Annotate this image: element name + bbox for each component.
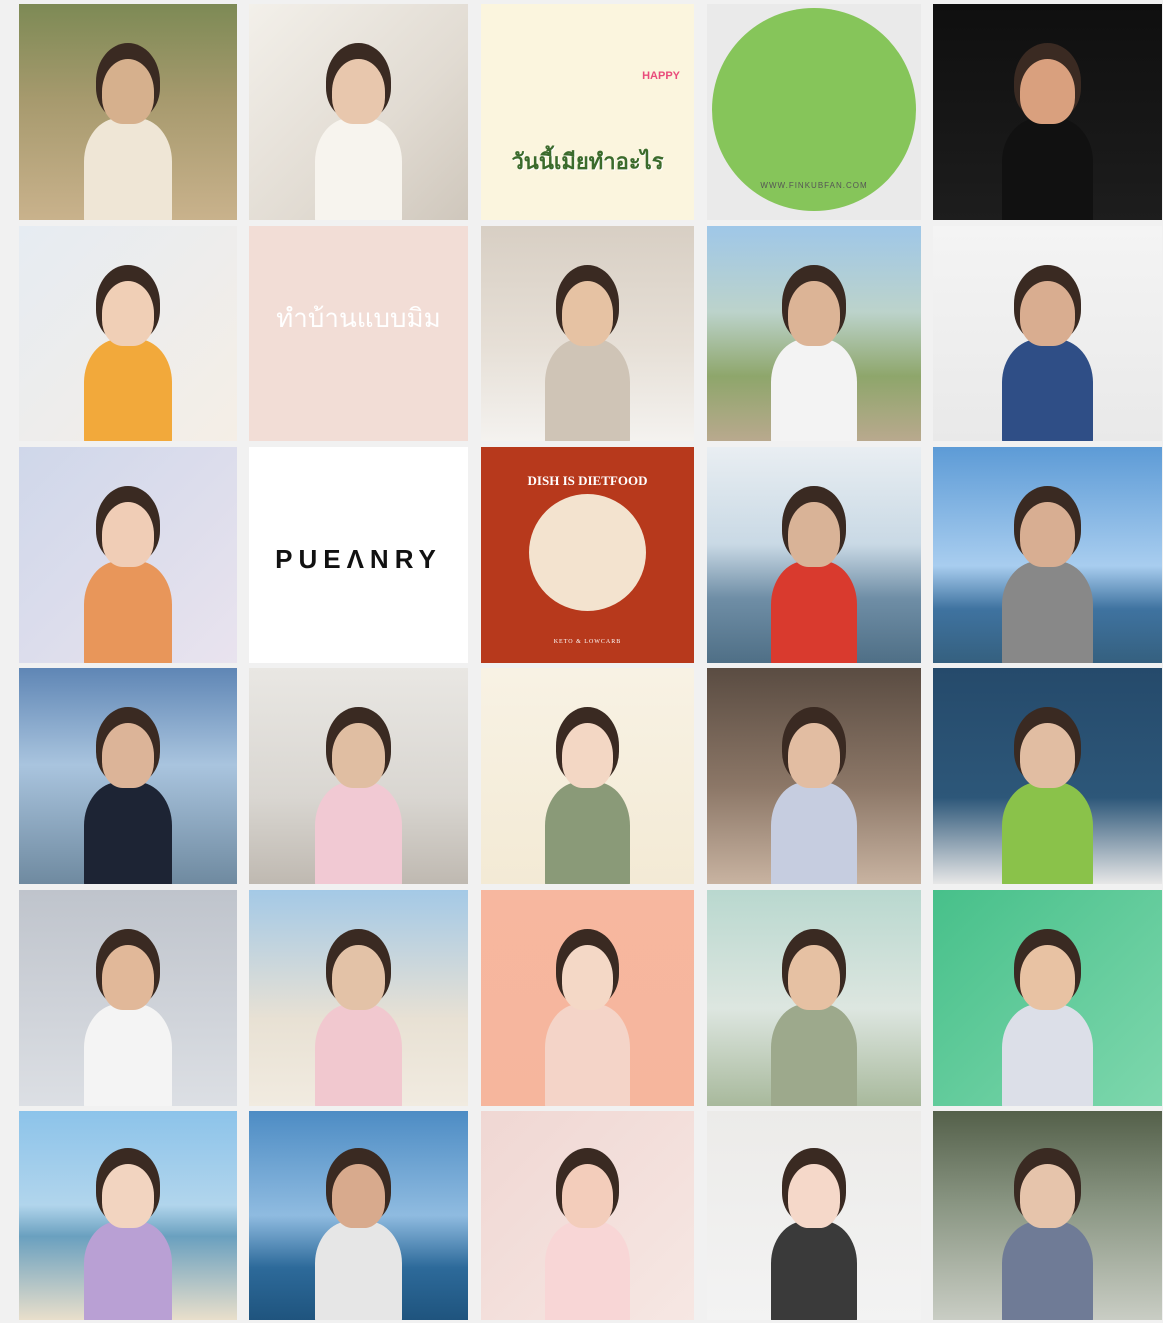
- grid-image-23[interactable]: [481, 890, 694, 1106]
- person-figure: [84, 117, 172, 220]
- person-figure: [1001, 1221, 1094, 1320]
- grid-image-9[interactable]: [707, 226, 921, 441]
- tile-caption: DISH IS DIETFOOD: [527, 473, 648, 488]
- person-figure: [314, 781, 403, 884]
- grid-image-29[interactable]: [707, 1111, 921, 1320]
- tile-subcaption: HAPPY: [642, 70, 680, 82]
- person-figure: [771, 339, 857, 441]
- person-face: [332, 58, 385, 125]
- person-figure: [84, 781, 172, 884]
- person-face: [788, 722, 840, 789]
- person-face: [101, 280, 155, 346]
- person-figure: [544, 1003, 631, 1106]
- person-figure: [771, 1003, 857, 1106]
- grid-image-8[interactable]: [481, 226, 694, 441]
- grid-image-19[interactable]: [707, 668, 921, 884]
- grid-image-20[interactable]: [933, 668, 1162, 884]
- person-face: [332, 944, 385, 1011]
- person-face: [101, 722, 155, 789]
- person-face: [561, 280, 614, 346]
- grid-image-12[interactable]: PUEΛNRY: [249, 447, 468, 663]
- grid-image-17[interactable]: [249, 668, 468, 884]
- person-figure: [314, 1221, 403, 1320]
- person-figure: [1001, 117, 1094, 220]
- grid-image-16[interactable]: [19, 668, 237, 884]
- person-face: [788, 1164, 840, 1228]
- person-face: [561, 722, 614, 789]
- grid-image-14[interactable]: [707, 447, 921, 663]
- person-figure: [314, 1003, 403, 1106]
- person-face: [332, 722, 385, 789]
- tile-caption: ทำบ้านแบบมิม: [276, 304, 441, 334]
- person-face: [1020, 1164, 1075, 1228]
- person-figure: [771, 560, 857, 663]
- person-face: [101, 944, 155, 1011]
- person-figure: [544, 1221, 631, 1320]
- person-face: [1020, 944, 1075, 1011]
- person-face: [1020, 501, 1075, 568]
- grid-image-22[interactable]: [249, 890, 468, 1106]
- grid-image-26[interactable]: [19, 1111, 237, 1320]
- person-face: [101, 501, 155, 568]
- grid-image-7[interactable]: ทำบ้านแบบมิม: [249, 226, 468, 441]
- person-figure: [544, 781, 631, 884]
- person-face: [561, 944, 614, 1011]
- grid-image-1[interactable]: [19, 4, 237, 220]
- person-face: [561, 1164, 614, 1228]
- tile-caption: PUEΛNRY: [275, 544, 442, 575]
- tile-caption: วันนี้เมียทำอะไร: [511, 150, 664, 175]
- person-face: [332, 1164, 385, 1228]
- grid-image-5[interactable]: [933, 4, 1162, 220]
- grid-image-30[interactable]: [933, 1111, 1162, 1320]
- person-figure: [1001, 1003, 1094, 1106]
- person-figure: [84, 339, 172, 441]
- person-face: [788, 944, 840, 1011]
- grid-image-24[interactable]: [707, 890, 921, 1106]
- grid-image-18[interactable]: [481, 668, 694, 884]
- person-figure: [771, 781, 857, 884]
- grid-image-13[interactable]: DISH IS DIETFOOD KETO & LOWCARB: [481, 447, 694, 663]
- person-face: [101, 58, 155, 125]
- person-figure: [84, 1221, 172, 1320]
- grid-image-4[interactable]: WWW.FINKUBFAN.COM: [707, 4, 921, 220]
- grid-image-25[interactable]: [933, 890, 1162, 1106]
- person-figure: [771, 1221, 857, 1320]
- tile-subcaption: KETO & LOWCARB: [553, 639, 622, 645]
- grid-image-15[interactable]: [933, 447, 1162, 663]
- person-face: [1020, 280, 1075, 346]
- grid-image-10[interactable]: [933, 226, 1162, 441]
- person-face: [101, 1164, 155, 1228]
- person-figure: [1001, 781, 1094, 884]
- grid-image-27[interactable]: [249, 1111, 468, 1320]
- person-figure: [84, 1003, 172, 1106]
- person-figure: [1001, 560, 1094, 663]
- person-face: [788, 280, 840, 346]
- person-figure: [314, 117, 403, 220]
- illustration-circle: [528, 493, 647, 612]
- person-figure: [1001, 339, 1094, 441]
- grid-image-21[interactable]: [19, 890, 237, 1106]
- person-figure: [84, 560, 172, 663]
- tile-caption: WWW.FINKUBFAN.COM: [760, 181, 868, 190]
- grid-image-11[interactable]: [19, 447, 237, 663]
- person-face: [1020, 722, 1075, 789]
- grid-image-2[interactable]: [249, 4, 468, 220]
- person-face: [1020, 58, 1075, 125]
- grid-image-3[interactable]: วันนี้เมียทำอะไร HAPPY: [481, 4, 694, 220]
- grid-image-28[interactable]: [481, 1111, 694, 1320]
- person-figure: [544, 339, 631, 441]
- grid-image-6[interactable]: [19, 226, 237, 441]
- person-face: [788, 501, 840, 568]
